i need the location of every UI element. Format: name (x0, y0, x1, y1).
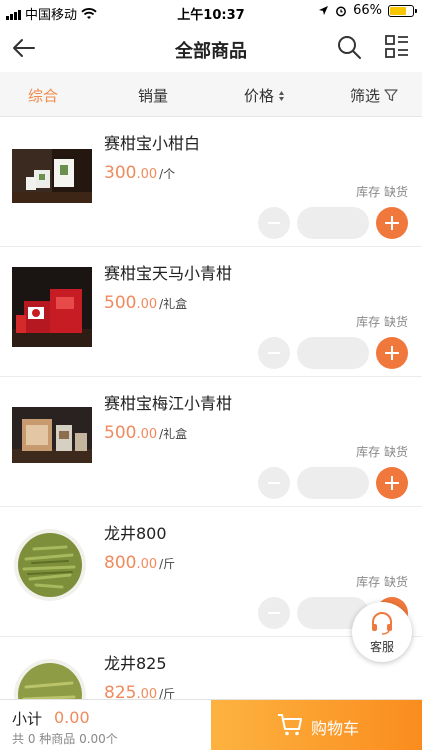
stock-label: 库存 (356, 185, 381, 199)
price-integer: 500 (104, 293, 137, 313)
status-bar: 中国移动 上午10:37 66% (0, 0, 422, 24)
layout-switch-icon[interactable] (384, 34, 410, 60)
stock-status: 库存 缺货 (356, 313, 408, 330)
increase-quantity-button[interactable] (376, 207, 408, 239)
decrease-quantity-button[interactable] (258, 207, 290, 239)
customer-service-button[interactable]: 客服 (352, 602, 412, 662)
location-arrow-icon (319, 6, 329, 15)
quantity-input[interactable] (297, 337, 369, 369)
stock-status: 库存 缺货 (356, 573, 408, 590)
subtotal-value: 0.00 (54, 708, 90, 727)
product-name: 赛柑宝天马小青柑 (104, 264, 233, 283)
nav-bar: 全部商品 (0, 24, 422, 72)
product-image (12, 137, 92, 217)
filter-bar: 综合 销量 价格 筛选 (0, 72, 422, 117)
product-price: 500.00/礼盒 (104, 423, 187, 443)
decrease-quantity-button[interactable] (258, 597, 290, 629)
stock-value: 缺货 (383, 315, 408, 329)
funnel-icon (384, 89, 398, 102)
price-integer: 500 (104, 423, 137, 443)
product-image (12, 527, 92, 607)
price-unit: /礼盒 (159, 297, 188, 311)
stock-label: 库存 (356, 315, 381, 329)
search-icon[interactable] (336, 34, 362, 60)
product-item[interactable]: 赛柑宝小柑白 300.00/个 库存 缺货 (0, 117, 422, 247)
decrease-quantity-button[interactable] (258, 467, 290, 499)
price-decimal: .00 (136, 427, 158, 442)
cart-button[interactable]: 购物车 (211, 700, 422, 750)
filter-label: 价格 (244, 87, 275, 105)
product-name: 赛柑宝小柑白 (104, 134, 201, 153)
stock-value: 缺货 (383, 575, 408, 589)
status-right: 66% (318, 3, 417, 18)
filter-label: 综合 (28, 87, 59, 105)
cart-icon (278, 714, 302, 736)
battery-icon (388, 4, 417, 17)
product-price: 800.00/斤 (104, 553, 175, 573)
app-screen: 中国移动 上午10:37 66% 全部商品 综合 销量 价格 筛选 赛柑宝小柑白… (0, 0, 422, 750)
bottom-bar: 小计 0.00 共 0 种商品 0.00个 购物车 (0, 699, 422, 750)
filter-tab-general[interactable]: 综合 (28, 85, 58, 106)
filter-label: 筛选 (350, 87, 381, 105)
increase-quantity-button[interactable] (376, 337, 408, 369)
cart-label: 购物车 (311, 719, 360, 738)
product-image (12, 267, 92, 347)
filter-tab-price[interactable]: 价格 (244, 85, 285, 106)
customer-service-label: 客服 (369, 640, 394, 654)
price-decimal: .00 (136, 557, 158, 572)
price-integer: 300 (104, 163, 137, 183)
product-list: 赛柑宝小柑白 300.00/个 库存 缺货 赛柑宝天马小青柑 500.00 /礼… (0, 117, 422, 750)
filter-tab-sales[interactable]: 销量 (138, 85, 168, 106)
stock-label: 库存 (356, 575, 381, 589)
quantity-input[interactable] (297, 207, 369, 239)
stock-value: 缺货 (383, 185, 408, 199)
product-item[interactable]: 赛柑宝梅江小青柑 500.00/礼盒 库存 缺货 (0, 377, 422, 507)
filter-tab-filter[interactable]: 筛选 (350, 85, 398, 106)
increase-quantity-button[interactable] (376, 467, 408, 499)
price-unit: /个 (159, 167, 176, 181)
subtotal-label: 小计 (12, 710, 43, 728)
price-integer: 800 (104, 553, 137, 573)
stock-status: 库存 缺货 (356, 183, 408, 200)
sort-arrows-icon (279, 90, 285, 101)
price-unit: /礼盒 (159, 427, 188, 441)
price-unit: /斤 (159, 557, 176, 571)
battery-percent: 66% (353, 3, 382, 18)
product-item[interactable]: 赛柑宝天马小青柑 500.00/礼盒 库存 缺货 (0, 247, 422, 377)
stock-value: 缺货 (383, 445, 408, 459)
headset-icon (372, 612, 392, 635)
decrease-quantity-button[interactable] (258, 337, 290, 369)
alarm-icon (336, 6, 347, 16)
product-name: 赛柑宝梅江小青柑 (104, 394, 233, 413)
stock-label: 库存 (356, 445, 381, 459)
product-image (12, 397, 92, 477)
product-name: 龙井825 (104, 654, 167, 673)
price-decimal: .00 (136, 297, 158, 312)
product-price: 300.00/个 (104, 163, 175, 183)
price-decimal: .00 (136, 167, 158, 182)
cart-summary: 共 0 种商品 0.00个 (12, 732, 118, 746)
filter-label: 销量 (138, 87, 169, 105)
quantity-input[interactable] (297, 467, 369, 499)
product-name: 龙井800 (104, 524, 167, 543)
product-price: 500.00/礼盒 (104, 293, 187, 313)
stock-status: 库存 缺货 (356, 443, 408, 460)
